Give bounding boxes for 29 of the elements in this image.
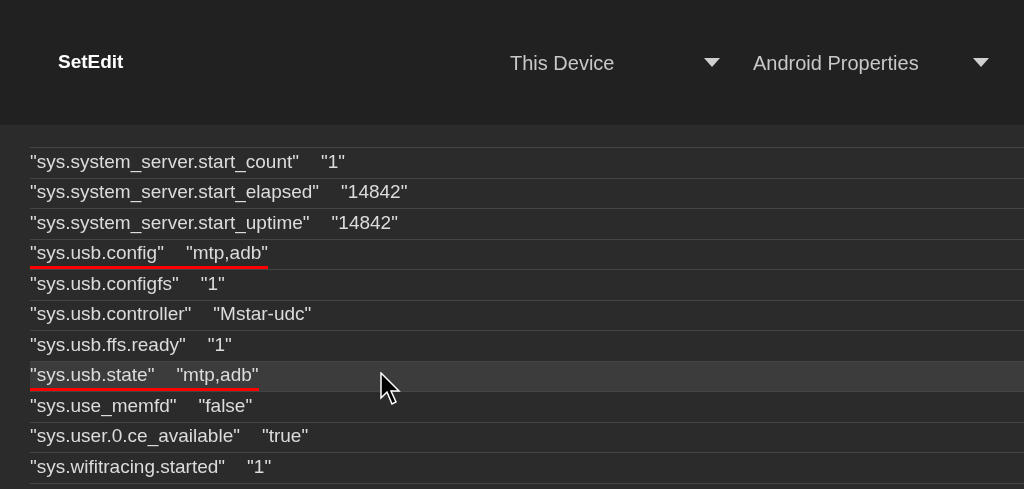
- property-value: "mtp,adb": [176, 363, 259, 387]
- property-key: "sys.user.0.ce_available": [30, 424, 240, 448]
- property-value: "1": [207, 332, 232, 357]
- dropdown[interactable]: This Device: [510, 47, 720, 78]
- property-key: "sys.system_server.start_uptime": [30, 210, 310, 235]
- property-value: "false": [198, 393, 253, 418]
- property-key: "sys.usb.configfs": [30, 271, 179, 296]
- property-value: "1": [200, 271, 225, 296]
- property-value: "mtp,adb": [185, 241, 269, 265]
- property-value: "1": [247, 454, 272, 479]
- caret-icon: [973, 58, 989, 67]
- property-key: "sys.use_memfd": [30, 393, 177, 418]
- property-key: "sys.usb.state": [30, 363, 155, 387]
- property-value: "14842": [341, 180, 408, 204]
- property-key: "sys.usb.controller": [30, 302, 192, 326]
- property-value: "14842": [331, 210, 398, 235]
- caret-icon: [704, 58, 720, 67]
- mouse-pointer-icon: [380, 372, 402, 406]
- dropdown[interactable]: Android Properties: [753, 47, 989, 78]
- property-key: "sys.usb.ffs.ready": [30, 332, 186, 357]
- property-key: "sys.wifitracing.started": [30, 454, 226, 479]
- property-key: "sys.usb.config": [30, 241, 164, 265]
- property-row[interactable]: "sys.usb.state" "mtp,adb": [30, 361, 1024, 392]
- property-key: "sys.system_server.start_elapsed": [30, 180, 320, 204]
- app-title: SetEdit: [58, 50, 125, 75]
- property-value: "Mstar-udc": [213, 302, 312, 326]
- property-value: "true": [261, 424, 309, 448]
- property-key: "sys.system_server.start_count": [30, 149, 300, 174]
- property-value: "1": [321, 149, 346, 174]
